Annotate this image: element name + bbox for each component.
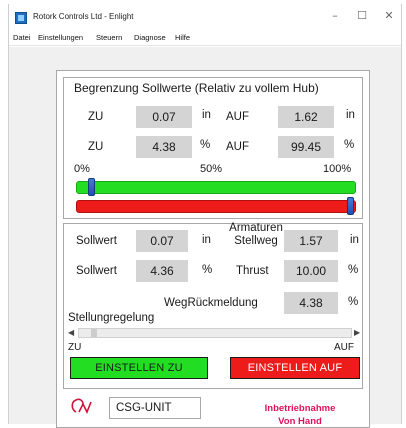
close-limit-slider-thumb[interactable]	[87, 178, 95, 196]
position-feedback-value: 4.38	[284, 292, 338, 314]
window-title: Rotork Controls Ltd - Enlight	[33, 12, 134, 21]
limit-open-label-pct: AUF	[226, 141, 249, 153]
valve-travel-label-line1: Armaturen	[229, 222, 283, 234]
setpoint-pct-unit: %	[202, 264, 213, 276]
limit-close-unit-pct: %	[200, 139, 211, 151]
limits-title: Begrenzung Sollwerte (Relativ zu vollem …	[74, 81, 319, 95]
maximize-button[interactable]: ☐	[350, 9, 374, 22]
scale-label-0: 0%	[74, 163, 90, 175]
limit-open-value-pct[interactable]: 99.45	[278, 136, 334, 158]
valve-travel-value: 1.57	[284, 230, 338, 252]
limit-close-value-pct[interactable]: 4.38	[136, 136, 192, 158]
scroll-right-icon[interactable]: ▶	[354, 328, 360, 337]
rotork-logo-icon	[71, 398, 92, 414]
mode-status-line2: Von Hand	[278, 416, 322, 427]
limit-close-unit-in: in	[202, 109, 211, 121]
scale-label-50: 50%	[200, 163, 223, 175]
set-close-button[interactable]: EINSTELLEN ZU	[70, 357, 208, 379]
set-open-button[interactable]: EINSTELLEN AUF	[230, 357, 360, 379]
menu-diagnose[interactable]: Diagnose	[134, 33, 166, 42]
menu-einstellungen[interactable]: Einstellungen	[38, 33, 83, 42]
valve-travel-unit: in	[350, 234, 359, 246]
open-limit-slider-track[interactable]	[76, 200, 356, 213]
limit-open-value-in[interactable]: 1.62	[278, 106, 334, 128]
mode-status-line1: Inbetriebnahme	[264, 403, 336, 414]
position-group: Sollwert 0.07 in Armaturen Stellweg 1.57…	[63, 222, 363, 389]
scroll-max-label: AUF	[334, 342, 354, 353]
menu-steuern[interactable]: Steuern	[96, 33, 122, 42]
limit-open-unit-in: in	[346, 109, 355, 121]
scale-label-100: 100%	[323, 163, 352, 175]
scroll-min-label: ZU	[68, 342, 82, 353]
position-control-label: Stellungregelung	[68, 312, 155, 324]
limit-close-label-pct: ZU	[88, 141, 104, 153]
close-button[interactable]: ✕	[377, 9, 401, 22]
menu-hilfe[interactable]: Hilfe	[175, 33, 190, 42]
menu-bar: Datei Einstellungen Steuern Diagnose Hil…	[9, 30, 401, 46]
mode-status: Inbetriebnahme Von Hand	[245, 402, 355, 428]
commissioning-panel: Begrenzung Sollwerte (Relativ zu vollem …	[56, 70, 370, 428]
limit-open-label-in: AUF	[226, 111, 249, 123]
open-limit-slider-thumb[interactable]	[347, 197, 355, 215]
limits-group: Begrenzung Sollwerte (Relativ zu vollem …	[63, 77, 363, 219]
valve-travel-label-line2: Stellweg	[234, 235, 278, 247]
limit-close-label-in: ZU	[88, 111, 104, 123]
position-feedback-unit: %	[348, 296, 359, 308]
limit-open-unit-pct: %	[344, 139, 355, 151]
setpoint-pct-value: 4.36	[136, 260, 188, 282]
limit-close-value-in[interactable]: 0.07	[136, 106, 192, 128]
app-icon	[15, 12, 27, 24]
setpoint-in-unit: in	[202, 234, 211, 246]
menu-datei[interactable]: Datei	[13, 33, 31, 42]
unit-name-field[interactable]: CSG-UNIT	[109, 397, 201, 419]
position-control-scroll-thumb[interactable]	[90, 329, 97, 337]
thrust-label: Thrust	[236, 265, 269, 277]
position-feedback-label: WegRückmeldung	[164, 297, 258, 309]
scroll-left-icon[interactable]: ◀	[68, 328, 74, 337]
minimize-button[interactable]: –	[323, 9, 347, 22]
setpoint-pct-label: Sollwert	[76, 265, 117, 277]
valve-travel-label: Armaturen Stellweg	[226, 222, 286, 248]
setpoint-in-label: Sollwert	[76, 235, 117, 247]
close-limit-slider-track[interactable]	[76, 181, 356, 194]
thrust-unit: %	[348, 264, 359, 276]
position-control-scrollbar[interactable]	[78, 328, 352, 338]
title-bar: Rotork Controls Ltd - Enlight – ☐ ✕	[9, 4, 401, 30]
setpoint-in-value: 0.07	[136, 230, 188, 252]
thrust-value: 10.00	[284, 260, 338, 282]
